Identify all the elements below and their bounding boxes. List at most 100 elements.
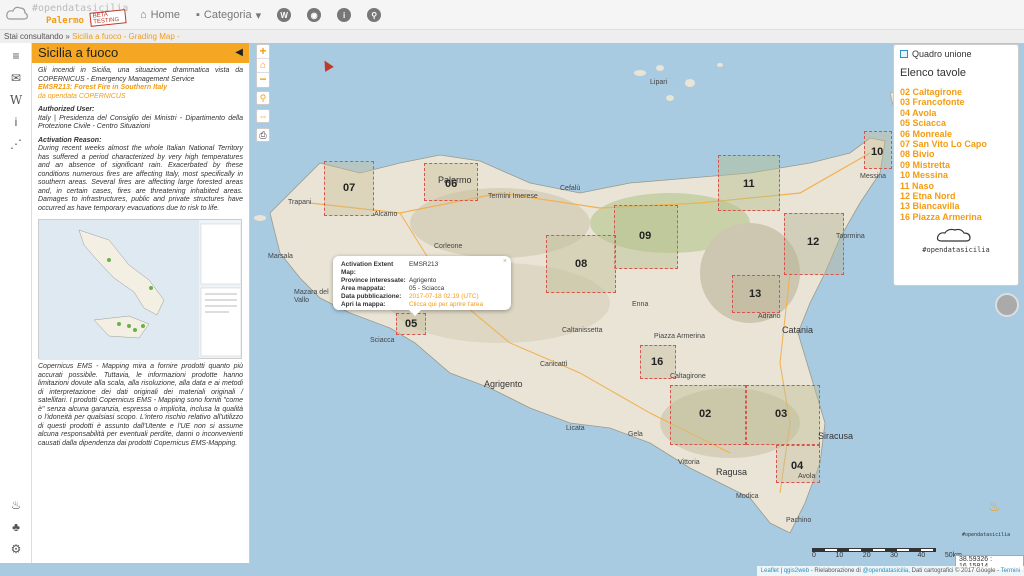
label-catania: Catania — [782, 325, 814, 335]
popup-close-icon[interactable]: × — [503, 258, 507, 266]
nav-category-dropdown[interactable]: ▪ Categoria ▾ — [196, 9, 261, 22]
label-messina: Messina — [860, 173, 887, 180]
menu-icon[interactable]: ≡ — [9, 49, 23, 63]
zoom-in-button[interactable]: + — [257, 45, 269, 59]
map-tile-11[interactable]: 11 — [718, 155, 780, 211]
feature-popup: × Activation Extent Map: EMSR213 Province… — [333, 256, 511, 316]
label-cefalu: Cefalù — [560, 185, 581, 192]
home-icon: ⌂ — [140, 9, 147, 21]
map-tile-03[interactable]: 03 — [746, 385, 820, 445]
legend-item[interactable]: 09 Mistretta — [900, 160, 1012, 170]
collapse-panel-icon[interactable]: ◀ — [235, 43, 243, 63]
map-tile-02[interactable]: 02 — [670, 385, 746, 445]
legend-item[interactable]: 13 Biancavilla — [900, 201, 1012, 211]
panel-intro: Gli incendi in Sicilia, una situazione d… — [38, 67, 243, 83]
label-mazara: Mazara del Vallo — [294, 289, 329, 304]
layer-toggle[interactable]: Quadro unione — [900, 49, 1012, 59]
search-icon[interactable]: ⚲ — [367, 8, 382, 22]
overview-map-image[interactable] — [38, 219, 242, 360]
qgis2web-link[interactable]: qgis2web — [784, 568, 809, 574]
attribution-bar: Leaflet | qgis2web - Rielaborazione di @… — [756, 566, 1024, 576]
legend-item[interactable]: 03 Francofonte — [900, 97, 1012, 107]
main-nav: ⌂ Home ▪ Categoria ▾ W ◉ i ⚲ — [140, 8, 382, 22]
label-gela: Gela — [628, 431, 643, 438]
map-tile-12[interactable]: 12 — [784, 213, 844, 275]
info-sidebar-icon[interactable]: i — [9, 115, 23, 129]
legend-item[interactable]: 07 San Vito Lo Capo — [900, 139, 1012, 149]
layer-checkbox[interactable] — [900, 50, 908, 58]
label-siracusa: Siracusa — [818, 431, 854, 441]
info-panel: Sicilia a fuoco ◀ Gli incendi in Sicilia… — [32, 43, 250, 563]
popup-open-map-link[interactable]: Clicca qui per aprire l'area — [409, 301, 483, 309]
terms-link[interactable]: Termini — [1001, 568, 1020, 574]
map-tile-07[interactable]: 07 — [324, 161, 374, 216]
popup-row: Province interessate: Agrigento — [341, 277, 437, 284]
fire-icon[interactable]: ♨ — [9, 498, 23, 512]
panel-emsr-link[interactable]: EMSR213: Forest Fire in Southern Italy — [38, 84, 243, 93]
site-logo[interactable]: #opendatasicilia Palermo Hub BETA TESTIN… — [6, 2, 128, 28]
label-corleone: Corleone — [434, 243, 463, 250]
legend-item[interactable]: 08 Bivio — [900, 149, 1012, 159]
label-enna: Enna — [632, 301, 649, 308]
wikipedia-sidebar-icon[interactable]: W — [9, 93, 23, 107]
locate-button[interactable]: ⚲ — [256, 91, 270, 105]
label-lipari: Lipari — [650, 79, 668, 86]
label-trapani: Trapani — [288, 199, 312, 206]
label-ragusa: Ragusa — [716, 467, 748, 477]
label-marsala: Marsala — [268, 253, 293, 260]
map-tile-08[interactable]: 08 — [546, 235, 616, 293]
compass-control[interactable] — [995, 293, 1019, 317]
legend-item[interactable]: 06 Monreale — [900, 129, 1012, 139]
mail-icon[interactable]: ✉ — [9, 71, 23, 85]
label-caltagirone: Caltagirone — [670, 373, 706, 380]
label-sciacca: Sciacca — [370, 337, 395, 344]
map-tile-05[interactable]: 05 — [396, 313, 426, 335]
reason-text: During recent weeks almost the whole Ita… — [38, 145, 243, 212]
label-alcamo: Alcamo — [374, 211, 398, 218]
author-link[interactable]: @opendatasicilia — [862, 568, 908, 574]
tree-icon[interactable]: ♣ — [9, 520, 23, 534]
legend-item[interactable]: 02 Caltagirone — [900, 87, 1012, 97]
scale-bar: 0 10 20 30 40 50km — [812, 548, 962, 559]
wikipedia-icon[interactable]: W — [277, 8, 292, 22]
label-palermo: Palermo — [438, 175, 472, 185]
legend-hashtag: #opendatasicilia — [922, 246, 990, 255]
disclaimer-text: Copernicus EMS - Mapping mira a fornire … — [38, 363, 243, 447]
label-taormina: Taormina — [836, 233, 865, 240]
print-button[interactable]: ⎙ — [256, 128, 270, 142]
legend-item[interactable]: 16 Piazza Armerina — [900, 212, 1012, 222]
info-icon[interactable]: i — [337, 8, 352, 22]
legend-panel: Quadro unione Elenco tavole 02 Caltagiro… — [893, 44, 1019, 286]
settings-icon[interactable]: ⚙ — [9, 542, 23, 556]
legend-item[interactable]: 05 Sciacca — [900, 118, 1012, 128]
label-licata: Licata — [566, 425, 585, 432]
map-tile-10[interactable]: 10 — [864, 131, 892, 169]
share-icon[interactable]: ⋰ — [9, 137, 23, 151]
legend-item[interactable]: 12 Etna Nord — [900, 191, 1012, 201]
legend-item[interactable]: 04 Avola — [900, 108, 1012, 118]
measure-button[interactable]: ⇔ — [256, 109, 270, 123]
panel-body: Gli incendi in Sicilia, una situazione d… — [32, 63, 249, 452]
label-piazza: Piazza Armerina — [654, 333, 705, 340]
leaflet-link[interactable]: Leaflet — [761, 568, 779, 574]
label-modica: Modica — [736, 493, 759, 500]
map-tile-09[interactable]: 09 — [614, 205, 678, 269]
breadcrumb-current[interactable]: Sicilia a fuoco - Grading Map - — [72, 32, 180, 41]
label-canicatti: Canicattì — [540, 361, 568, 368]
legend-title: Elenco tavole — [900, 67, 967, 79]
breadcrumb: Stai consultando » Sicilia a fuoco - Gra… — [0, 30, 1024, 43]
panel-header: Sicilia a fuoco ◀ — [32, 43, 249, 63]
zoom-out-button[interactable]: − — [257, 73, 269, 87]
legend-item[interactable]: 10 Messina — [900, 170, 1012, 180]
map-tile-13[interactable]: 13 — [732, 275, 780, 313]
panel-source[interactable]: da opendata COPERNICUS — [38, 93, 243, 102]
top-navbar: #opendatasicilia Palermo Hub BETA TESTIN… — [0, 0, 1024, 30]
home-extent-button[interactable]: ⌂ — [257, 59, 269, 73]
popup-row: Activation Extent Map: EMSR213 — [341, 261, 439, 276]
legend-item[interactable]: 11 Naso — [900, 181, 1012, 191]
panel-title: Sicilia a fuoco — [38, 45, 119, 60]
nav-home[interactable]: ⌂ Home — [140, 9, 180, 21]
auth-label: Authorized User: — [38, 106, 95, 113]
target-icon[interactable]: ◉ — [307, 8, 322, 22]
caret-down-icon: ▾ — [255, 9, 262, 22]
